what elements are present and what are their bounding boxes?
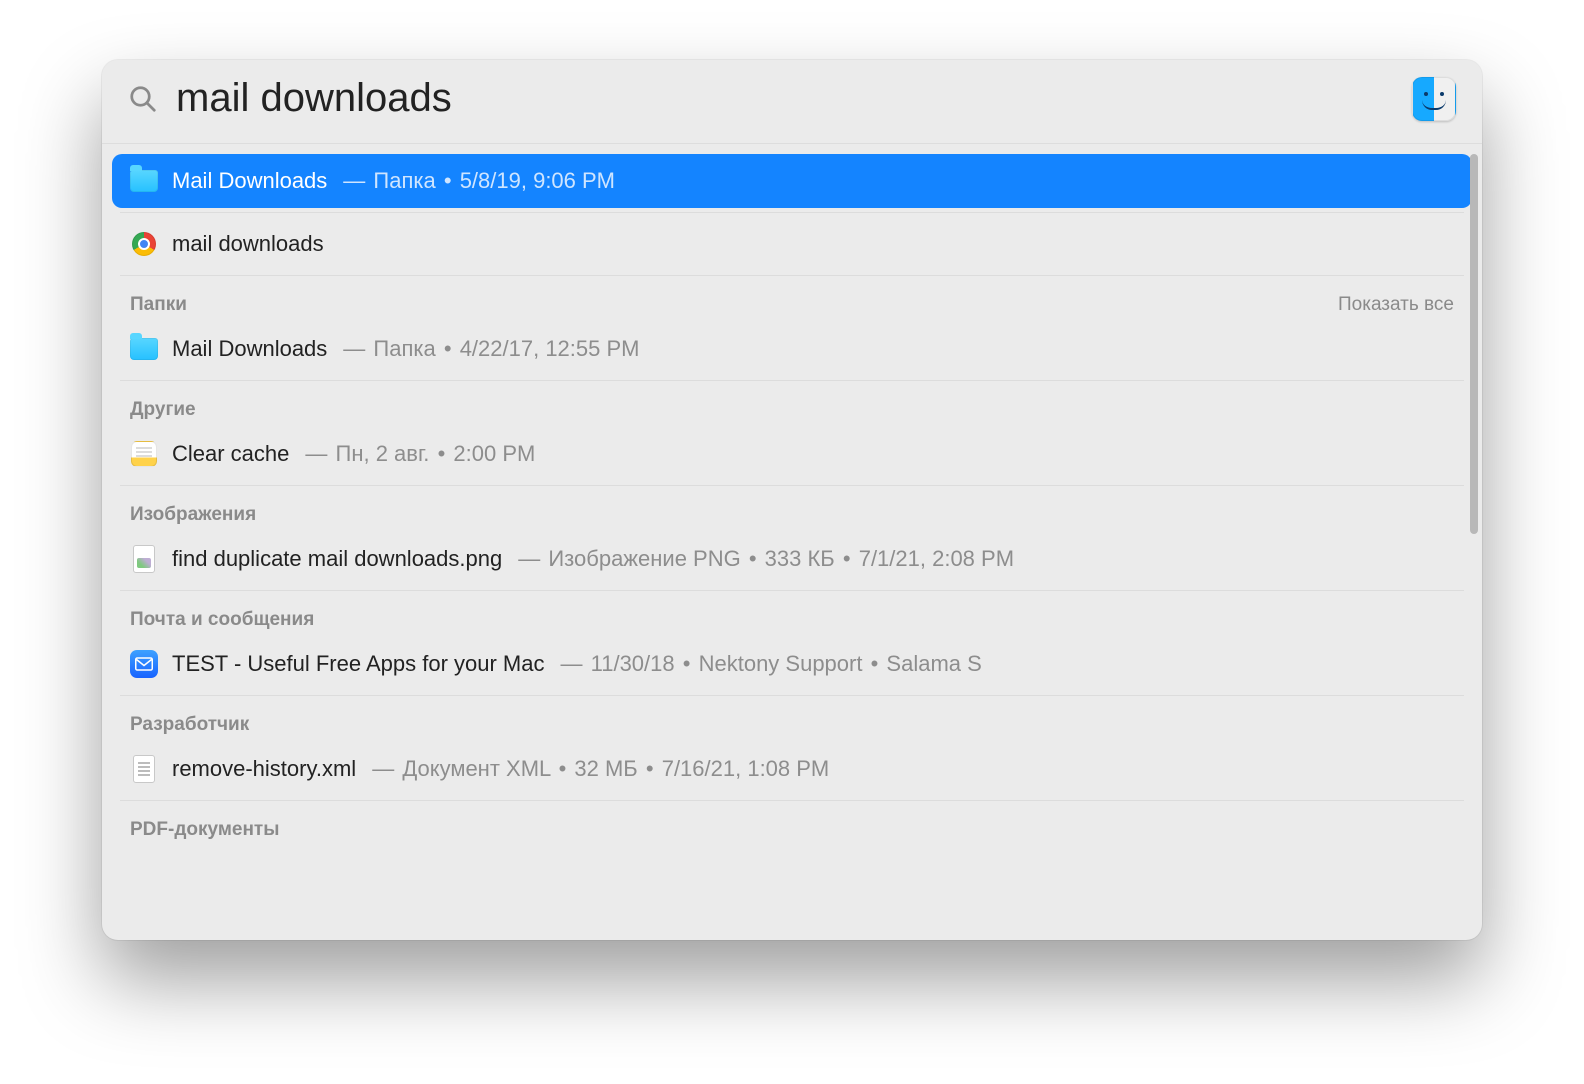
section-header-images: Изображения: [112, 490, 1472, 532]
divider: [120, 695, 1464, 696]
result-meta: — Изображение PNG • 333 КБ • 7/1/21, 2:0…: [516, 546, 1014, 572]
result-title: Clear cache: [172, 441, 289, 467]
web-suggestion-row[interactable]: mail downloads: [112, 217, 1472, 271]
divider: [120, 800, 1464, 801]
result-title: Mail Downloads: [172, 168, 327, 194]
divider: [120, 485, 1464, 486]
scrollbar[interactable]: [1470, 154, 1478, 534]
spotlight-window: Mail Downloads — Папка • 5/8/19, 9:06 PM…: [102, 60, 1482, 940]
search-input[interactable]: [176, 76, 1394, 121]
result-meta: — Документ XML • 32 МБ • 7/16/21, 1:08 P…: [370, 756, 829, 782]
xml-file-icon: [130, 755, 158, 783]
result-row[interactable]: find duplicate mail downloads.png — Изоб…: [112, 532, 1472, 586]
result-meta: — 11/30/18 • Nektony Support • Salama S: [559, 651, 982, 677]
image-file-icon: [130, 545, 158, 573]
section-label: Изображения: [130, 504, 256, 526]
section-label: Почта и сообщения: [130, 609, 314, 631]
finder-app-icon[interactable]: [1412, 77, 1456, 121]
show-all-link[interactable]: Показать все: [1338, 294, 1454, 316]
result-row[interactable]: TEST - Useful Free Apps for your Mac — 1…: [112, 637, 1472, 691]
result-row[interactable]: Clear cache — Пн, 2 авг. • 2:00 PM: [112, 427, 1472, 481]
section-label: Папки: [130, 294, 187, 316]
search-row: [102, 60, 1482, 143]
notes-icon: [130, 440, 158, 468]
divider: [120, 380, 1464, 381]
result-row[interactable]: Mail Downloads — Папка • 4/22/17, 12:55 …: [112, 322, 1472, 376]
result-meta: — Папка • 5/8/19, 9:06 PM: [341, 168, 615, 194]
section-label: Другие: [130, 399, 196, 421]
section-header-other: Другие: [112, 385, 1472, 427]
result-meta: — Папка • 4/22/17, 12:55 PM: [341, 336, 639, 362]
result-row[interactable]: remove-history.xml — Документ XML • 32 М…: [112, 742, 1472, 796]
result-meta: — Пн, 2 авг. • 2:00 PM: [303, 441, 535, 467]
divider: [120, 275, 1464, 276]
results-list: Mail Downloads — Папка • 5/8/19, 9:06 PM…: [102, 144, 1482, 940]
result-title: mail downloads: [172, 231, 324, 257]
section-label: Разработчик: [130, 714, 249, 736]
folder-icon: [130, 335, 158, 363]
section-header-mail: Почта и сообщения: [112, 595, 1472, 637]
search-icon: [128, 84, 158, 114]
divider: [120, 212, 1464, 213]
result-title: find duplicate mail downloads.png: [172, 546, 502, 572]
folder-icon: [130, 167, 158, 195]
section-header-pdf: PDF-документы: [112, 805, 1472, 847]
divider: [120, 590, 1464, 591]
mail-icon: [130, 650, 158, 678]
result-title: Mail Downloads: [172, 336, 327, 362]
top-hit-row[interactable]: Mail Downloads — Папка • 5/8/19, 9:06 PM: [112, 154, 1472, 208]
section-header-developer: Разработчик: [112, 700, 1472, 742]
section-label: PDF-документы: [130, 819, 279, 841]
result-title: TEST - Useful Free Apps for your Mac: [172, 651, 545, 677]
section-header-folders: Папки Показать все: [112, 280, 1472, 322]
chrome-icon: [130, 230, 158, 258]
result-title: remove-history.xml: [172, 756, 356, 782]
